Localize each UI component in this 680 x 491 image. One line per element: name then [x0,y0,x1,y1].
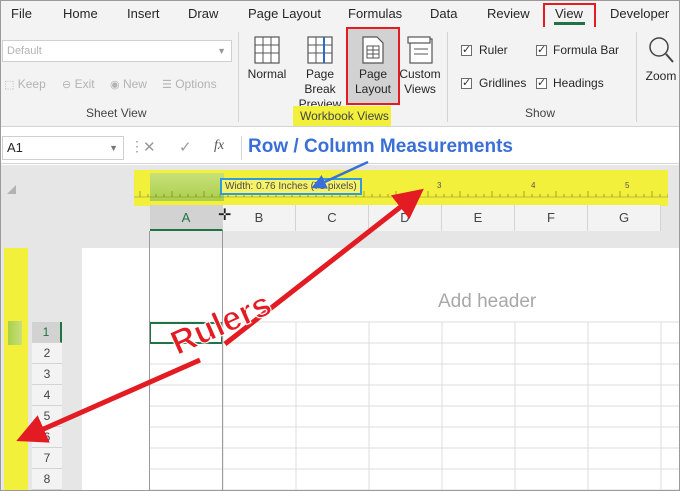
measurement-arrow [311,160,369,189]
annotation-arrows [16,160,424,443]
rulers-arrow [16,357,202,443]
